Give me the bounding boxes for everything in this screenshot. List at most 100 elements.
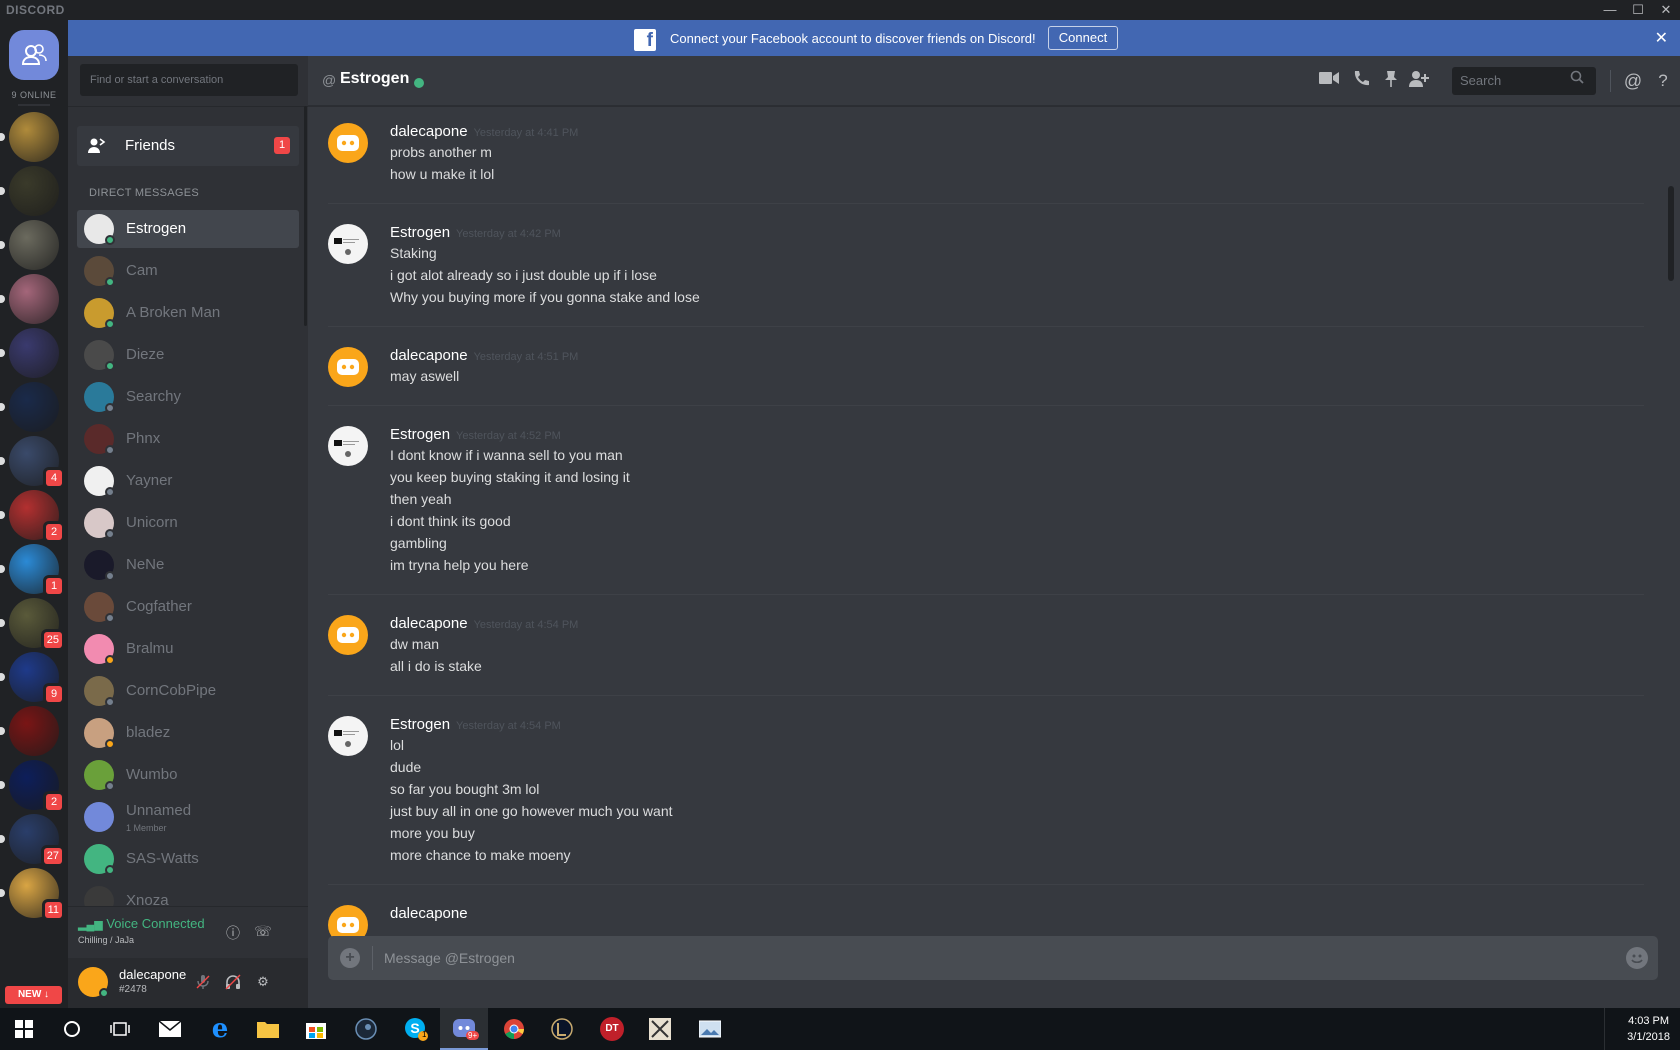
friends-request-badge: 1 [274, 137, 290, 154]
system-clock[interactable]: 4:03 PM 3/1/2018 [1627, 1013, 1670, 1045]
dm-item[interactable]: bladez [77, 714, 299, 752]
author-name[interactable]: dalecapone [390, 347, 468, 364]
server-icon[interactable] [0, 706, 59, 756]
message-composer[interactable]: + Message @Estrogen [328, 936, 1658, 980]
author-avatar[interactable] [328, 615, 368, 655]
server-icon[interactable]: 2 [0, 490, 62, 540]
mentions-icon[interactable]: @ [1622, 70, 1644, 92]
server-avatar [9, 274, 59, 324]
voice-call-icon[interactable] [1350, 70, 1372, 92]
server-icon[interactable]: 1 [0, 544, 62, 594]
video-call-icon[interactable] [1318, 70, 1340, 92]
dt-app-icon[interactable]: DT [588, 1008, 636, 1050]
message-text: you keep buying staking it and losing it [390, 469, 630, 485]
author-name[interactable]: dalecapone [390, 615, 468, 632]
dm-item[interactable]: Dieze [77, 336, 299, 374]
add-friend-to-dm-icon[interactable] [1408, 70, 1430, 92]
minimize-button[interactable]: — [1596, 0, 1624, 20]
photos-app-icon[interactable] [686, 1008, 734, 1050]
dm-item[interactable]: Phnx [77, 420, 299, 458]
task-view-icon[interactable] [96, 1008, 144, 1050]
find-conversation-input[interactable]: Find or start a conversation [80, 64, 298, 96]
server-icon[interactable]: 4 [0, 436, 62, 486]
presence-dot [105, 865, 115, 875]
skype-icon[interactable]: S 1 [392, 1008, 440, 1050]
close-banner-icon[interactable]: ✕ [1655, 28, 1668, 48]
mute-mic-icon[interactable] [194, 974, 212, 992]
chrome-icon[interactable] [490, 1008, 538, 1050]
presence-dot [105, 571, 115, 581]
close-window-button[interactable]: ✕ [1652, 0, 1680, 20]
dm-item[interactable]: Cogfather [77, 588, 299, 626]
author-name[interactable]: Estrogen [390, 224, 450, 241]
author-name[interactable]: Estrogen [390, 716, 450, 733]
league-launcher-icon[interactable] [538, 1008, 586, 1050]
author-avatar[interactable] [328, 123, 368, 163]
disconnect-icon[interactable]: ☏ [254, 923, 272, 941]
sidebar-scrollbar[interactable] [304, 106, 307, 326]
dm-item[interactable]: Bralmu [77, 630, 299, 668]
dm-item[interactable]: SAS-Watts [77, 840, 299, 878]
server-icon[interactable]: 2 [0, 760, 62, 810]
server-icon[interactable]: 27 [0, 814, 62, 864]
server-icon[interactable] [0, 220, 59, 270]
dm-item[interactable]: Searchy [77, 378, 299, 416]
server-icon[interactable] [0, 274, 59, 324]
new-unreads-badge[interactable]: NEW ↓ [5, 986, 62, 1004]
author-avatar[interactable] [328, 224, 368, 264]
server-icon[interactable]: 25 [0, 598, 62, 648]
upload-plus-icon[interactable]: + [340, 948, 360, 968]
dm-item[interactable]: A Broken Man [77, 294, 299, 332]
dm-item[interactable]: Yayner [77, 462, 299, 500]
info-icon[interactable]: ⓘ [224, 923, 242, 941]
author-name[interactable]: dalecapone [390, 905, 468, 922]
server-icon[interactable] [0, 166, 59, 216]
cortana-search-icon[interactable] [48, 1008, 96, 1050]
unread-pip [0, 781, 5, 789]
voice-channel-label[interactable]: Chilling / JaJa [78, 935, 134, 945]
server-icon[interactable] [0, 382, 59, 432]
chat-scrollbar[interactable] [1668, 186, 1674, 281]
server-icon[interactable] [0, 328, 59, 378]
message-input[interactable]: Message @Estrogen [384, 950, 515, 966]
author-avatar[interactable] [328, 426, 368, 466]
start-windows-icon[interactable] [0, 1008, 48, 1050]
discord-taskbar-icon[interactable]: 9+ [440, 1008, 488, 1050]
dm-item[interactable]: Wumbo [77, 756, 299, 794]
emoji-picker-icon[interactable] [1626, 947, 1648, 969]
dm-item[interactable]: CornCobPipe [77, 672, 299, 710]
maximize-button[interactable]: ☐ [1624, 0, 1652, 20]
server-icon[interactable] [0, 112, 59, 162]
server-icon[interactable]: 9 [0, 652, 62, 702]
steam-app-icon[interactable] [342, 1008, 390, 1050]
server-icon[interactable]: 11 [0, 868, 62, 918]
connect-facebook-button[interactable]: Connect [1048, 26, 1118, 50]
deafen-headphones-icon[interactable] [224, 974, 242, 992]
file-explorer-icon[interactable] [244, 1008, 292, 1050]
mail-icon[interactable] [146, 1008, 194, 1050]
dm-item[interactable]: Unicorn [77, 504, 299, 542]
help-icon[interactable]: ? [1652, 70, 1674, 92]
edge-browser-icon[interactable]: e [196, 1008, 244, 1050]
message-list[interactable]: dalecapone Yesterday at 4:41 PM probs anot… [308, 107, 1680, 971]
banner-text: Connect your Facebook account to discove… [670, 31, 1036, 46]
friends-nav-item[interactable]: Friends 1 [77, 126, 299, 166]
author-avatar[interactable] [328, 716, 368, 756]
dm-item[interactable]: Estrogen [77, 210, 299, 248]
author-name[interactable]: Estrogen [390, 426, 450, 443]
message-header: dalecapone [390, 905, 1644, 923]
message-timestamp: Yesterday at 4:54 PM [456, 720, 561, 732]
pinned-messages-icon[interactable] [1380, 70, 1402, 92]
store-icon[interactable] [292, 1008, 340, 1050]
dm-item[interactable]: NeNe [77, 546, 299, 584]
swords-game-icon[interactable] [636, 1008, 684, 1050]
dm-item[interactable]: Cam [77, 252, 299, 290]
author-avatar[interactable] [328, 347, 368, 387]
dm-item[interactable]: Unnamed 1 Member [77, 798, 299, 836]
clock-date: 3/1/2018 [1627, 1031, 1670, 1043]
friends-home-button[interactable] [9, 30, 59, 80]
author-name[interactable]: dalecapone [390, 123, 468, 140]
settings-gear-icon[interactable]: ⚙ [254, 974, 272, 992]
header-divider [1610, 70, 1611, 92]
unread-pip [0, 673, 5, 681]
